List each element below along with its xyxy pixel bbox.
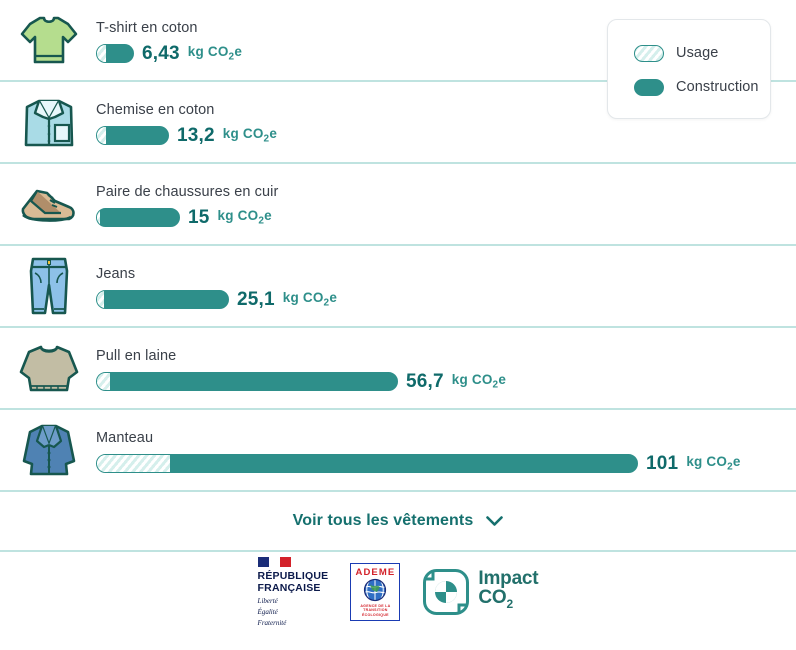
stacked-bar[interactable]	[96, 44, 134, 63]
rf-motto-3: Fraternité	[257, 619, 287, 627]
item-label: Manteau	[96, 429, 154, 446]
legend-label-usage: Usage	[676, 45, 719, 61]
row-body: Jeans 25,1 kg CO2e	[84, 251, 796, 321]
bar-segment-construction	[106, 127, 168, 144]
coat-icon	[14, 415, 84, 485]
clothing-carbon-footprint-widget: T-shirt en coton 6,43 kg CO2e Chemise en…	[0, 0, 796, 650]
stacked-bar[interactable]	[96, 126, 169, 145]
item-label: Pull en laine	[96, 347, 177, 364]
tshirt-icon	[14, 5, 84, 75]
bar-segment-usage	[97, 291, 104, 308]
bar-line: 13,2 kg CO2e	[96, 125, 796, 147]
sweater-icon	[14, 333, 84, 403]
rf-line-2: FRANÇAISE	[257, 581, 321, 594]
value-number: 15	[188, 206, 210, 228]
bar-line: 101 kg CO2e	[96, 453, 796, 475]
chevron-down-icon	[486, 515, 504, 526]
french-flag-icon	[257, 557, 291, 567]
shirt-icon	[14, 87, 84, 157]
stacked-bar[interactable]	[96, 290, 229, 309]
legend-item-usage[interactable]: Usage	[634, 36, 770, 70]
value-number: 101	[646, 452, 679, 474]
value-unit: kg CO2e	[222, 126, 278, 145]
value-number: 13,2	[177, 124, 215, 146]
rf-motto-1: Liberté	[257, 597, 278, 605]
value-number: 25,1	[237, 288, 275, 310]
bar-line: 15 kg CO2e	[96, 207, 796, 229]
value-unit: kg CO2e	[451, 372, 507, 391]
bar-segment-construction	[106, 45, 133, 62]
value-unit: kg CO2e	[217, 208, 272, 227]
bar-segment-usage	[97, 127, 106, 144]
republique-francaise-logo: RÉPUBLIQUE FRANÇAISE Liberté Égalité Fra…	[257, 556, 329, 627]
shoe-icon	[14, 169, 84, 239]
impact-line-2: CO2	[478, 587, 513, 611]
jeans-icon	[14, 251, 84, 321]
ademe-logo: ADEME AGENCE DE LA TRANSITION ÉCOLOGIQUE	[350, 562, 401, 621]
impact-co2-logo: Impact CO2	[422, 568, 539, 616]
stacked-bar[interactable]	[96, 454, 638, 473]
globe-icon	[364, 578, 387, 601]
row-body: Paire de chaussures en cuir 15 kg CO2e	[84, 169, 796, 239]
table-row[interactable]: Pull en laine 56,7 kg CO2e	[0, 328, 796, 410]
table-row[interactable]: Manteau 101 kg CO2e	[0, 410, 796, 492]
legend-swatch-construction-icon	[634, 78, 664, 96]
stacked-bar[interactable]	[96, 372, 398, 391]
bar-segment-usage	[97, 373, 110, 390]
value-unit: kg CO2e	[187, 44, 243, 63]
show-all-clothes-button[interactable]: Voir tous les vêtements	[287, 511, 510, 531]
legend-item-construction[interactable]: Construction	[634, 70, 770, 104]
footer-logos: RÉPUBLIQUE FRANÇAISE Liberté Égalité Fra…	[0, 556, 796, 627]
value-number: 6,43	[142, 42, 180, 64]
row-body: Manteau 101 kg CO2e	[84, 415, 796, 485]
bar-line: 25,1 kg CO2e	[96, 289, 796, 311]
value-number: 56,7	[406, 370, 444, 392]
value-unit: kg CO2e	[282, 290, 338, 309]
legend-swatch-usage-icon	[634, 44, 664, 62]
impact-co2-mark-icon	[423, 568, 470, 615]
bar-segment-construction	[170, 455, 637, 472]
table-row[interactable]: Jeans 25,1 kg CO2e	[0, 246, 796, 328]
legend: Usage Construction	[607, 19, 771, 119]
bar-line: 56,7 kg CO2e	[96, 371, 796, 393]
show-all-clothes-label: Voir tous les vêtements	[292, 512, 474, 529]
bar-segment-construction	[104, 291, 228, 308]
bar-segment-usage	[97, 455, 170, 472]
impact-co2-wordmark: Impact CO2	[478, 569, 538, 614]
rf-line-1: RÉPUBLIQUE	[257, 570, 329, 582]
value-unit: kg CO2e	[686, 454, 741, 473]
stacked-bar[interactable]	[96, 208, 180, 227]
item-label: Paire de chaussures en cuir	[96, 183, 279, 200]
impact-line-1: Impact	[478, 568, 539, 590]
ademe-tagline: AGENCE DE LA TRANSITION ÉCOLOGIQUE	[360, 603, 391, 617]
item-label: Jeans	[96, 265, 136, 282]
row-body: Pull en laine 56,7 kg CO2e	[84, 333, 796, 403]
bar-segment-construction	[110, 373, 397, 390]
bar-segment-construction	[100, 209, 179, 226]
legend-label-construction: Construction	[676, 79, 759, 95]
expand-row: Voir tous les vêtements	[0, 492, 796, 552]
table-row[interactable]: Paire de chaussures en cuir 15 kg CO2e	[0, 164, 796, 246]
bar-segment-usage	[97, 45, 106, 62]
ademe-wordmark: ADEME	[355, 566, 396, 578]
rf-motto-2: Égalité	[257, 608, 278, 616]
